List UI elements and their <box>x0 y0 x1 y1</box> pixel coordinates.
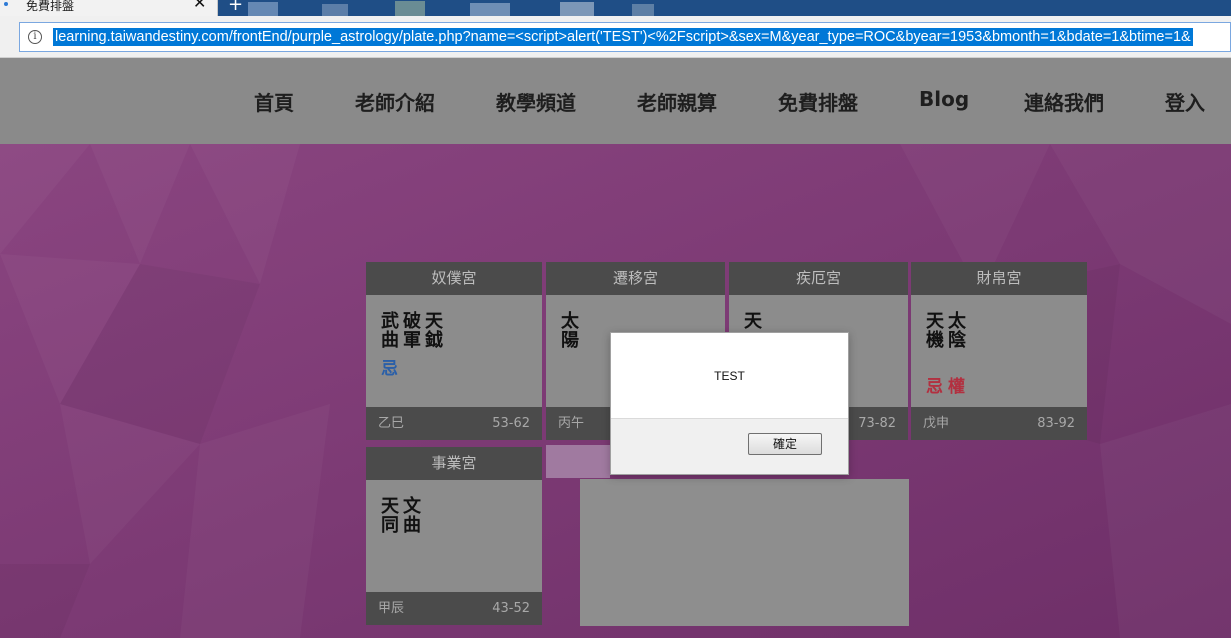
star: 天鉞 <box>425 311 443 351</box>
star-list: 天同 文曲 <box>381 497 425 535</box>
star: 天同 <box>381 496 399 536</box>
ganzhi-label: 戊申 <box>923 416 950 431</box>
age-range: 73-82 <box>858 416 896 431</box>
ganzhi-label: 甲辰 <box>378 601 405 616</box>
star: 文曲 <box>403 496 421 536</box>
palace-name: 遷移宮 <box>546 262 725 295</box>
star-list: 天機 太陰 <box>926 312 970 350</box>
nav-home[interactable]: 首頁 <box>254 87 294 116</box>
mutation-badge: 忌 <box>381 359 398 379</box>
palace-footer: 戊申 83-92 <box>911 407 1087 440</box>
star-list: 武曲 破軍 天鉞 <box>381 312 447 350</box>
alert-footer: 確定 <box>611 418 848 474</box>
nav-contact[interactable]: 連絡我們 <box>1024 87 1104 116</box>
ok-button[interactable]: 確定 <box>748 433 822 455</box>
nav-free-chart[interactable]: 免費排盤 <box>778 87 858 116</box>
browser-tabstrip: 免費排盤 ✕ + <box>0 0 1231 16</box>
center-header-strip <box>546 445 610 478</box>
palace-footer: 乙巳 53-62 <box>366 407 542 440</box>
star-list: 太陽 <box>561 312 583 350</box>
nav-login[interactable]: 登入 <box>1165 87 1205 116</box>
site-nav: 首頁 老師介紹 教學頻道 老師親算 免費排盤 Blog 連絡我們 登入 <box>0 58 1231 144</box>
mutation-list: 忌 權 <box>926 372 970 397</box>
address-bar[interactable]: i learning.taiwandestiny.com/frontEnd/pu… <box>19 22 1231 52</box>
palace-name: 奴僕宮 <box>366 262 542 295</box>
url-text[interactable]: learning.taiwandestiny.com/frontEnd/purp… <box>53 28 1193 46</box>
alert-dialog: TEST 確定 <box>610 332 849 475</box>
mutation-badge: 權 <box>948 377 965 397</box>
site-info-icon[interactable]: i <box>28 30 42 44</box>
age-range: 43-52 <box>492 601 530 616</box>
browser-toolbar: i learning.taiwandestiny.com/frontEnd/pu… <box>0 16 1231 58</box>
star-list: 天 <box>744 312 766 331</box>
center-info-panel <box>580 479 909 626</box>
age-range: 83-92 <box>1037 416 1075 431</box>
star: 武曲 <box>381 311 399 351</box>
star: 太陰 <box>948 311 966 351</box>
palace-name: 事業宮 <box>366 447 542 480</box>
ganzhi-label: 丙午 <box>558 416 585 431</box>
star: 破軍 <box>403 311 421 351</box>
star: 太陽 <box>561 311 579 351</box>
nav-teaching-channel[interactable]: 教學頻道 <box>496 87 576 116</box>
star: 天機 <box>926 311 944 351</box>
palace-cell-career[interactable]: 事業宮 天同 文曲 甲辰 43-52 <box>366 447 542 625</box>
star: 天 <box>744 311 762 332</box>
nav-teacher-reading[interactable]: 老師親算 <box>637 87 717 116</box>
palace-footer: 甲辰 43-52 <box>366 592 542 625</box>
nav-teacher-intro[interactable]: 老師介紹 <box>355 87 435 116</box>
taskbar-thumbnails <box>248 1 654 16</box>
palace-cell-servants[interactable]: 奴僕宮 武曲 破軍 天鉞 忌 乙巳 53-62 <box>366 262 542 440</box>
palace-name: 財帛宮 <box>911 262 1087 295</box>
palace-name: 疾厄宮 <box>729 262 908 295</box>
alert-message: TEST <box>714 369 745 383</box>
ganzhi-label: 乙巳 <box>378 416 405 431</box>
mutation-list: 忌 <box>381 354 403 379</box>
mutation-badge: 忌 <box>926 377 943 397</box>
age-range: 53-62 <box>492 416 530 431</box>
palace-cell-wealth[interactable]: 財帛宮 天機 太陰 忌 權 戊申 83-92 <box>911 262 1087 440</box>
nav-blog[interactable]: Blog <box>919 87 969 111</box>
